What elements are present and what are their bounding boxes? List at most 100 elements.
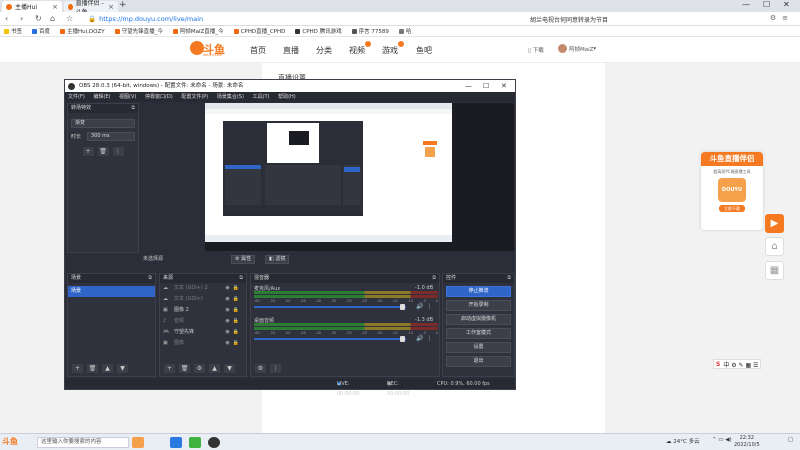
dock-options-icon[interactable]: ⧉	[131, 104, 135, 113]
more-icon[interactable]: ⋮	[270, 364, 281, 373]
back-icon[interactable]: ‹	[5, 14, 8, 23]
properties-button[interactable]: ⚙ 属性	[231, 255, 256, 264]
speaker-icon[interactable]: 🔊⋮	[416, 335, 435, 342]
promo-card[interactable]: 斗鱼直播伴侣 超高质PC端直播工具 DOUYU 立即下载	[701, 152, 763, 230]
address-suggestion[interactable]: 胡兰电视台何同意转录为节目	[530, 15, 608, 24]
play-icon[interactable]: ▶	[765, 214, 784, 233]
menu-file[interactable]: 文件(F)	[68, 94, 85, 100]
clock[interactable]: 22:32 2022/10/5	[734, 435, 760, 449]
minimize-icon[interactable]: —	[742, 0, 750, 9]
add-icon[interactable]: +	[82, 147, 94, 156]
close-tab-icon[interactable]: ×	[52, 3, 58, 11]
menu-profile[interactable]: 配置文件(P)	[181, 94, 208, 100]
new-tab-icon[interactable]: +	[119, 0, 127, 10]
nav-home[interactable]: 首页	[250, 45, 266, 56]
start-virtual-camera-button[interactable]: 启动虚拟摄像机	[446, 314, 511, 325]
dock-options-icon[interactable]: ⧉	[239, 274, 243, 283]
browser-tab[interactable]: 直播伴侣 - 斗鱼 ×	[64, 0, 118, 16]
close-tab-icon[interactable]: ×	[108, 3, 114, 11]
menu-help[interactable]: 帮助(H)	[278, 94, 296, 100]
visibility-lock-icons[interactable]: ◉🔒	[225, 294, 242, 305]
maximize-icon[interactable]: ☐	[763, 0, 770, 9]
home-icon[interactable]: ⌂	[765, 237, 784, 256]
obs-preview[interactable]	[205, 103, 514, 251]
app-icon[interactable]	[132, 437, 144, 448]
maximize-icon[interactable]: ☐	[483, 80, 489, 92]
bookmark-item[interactable]: 哈	[398, 27, 411, 35]
user-menu[interactable]: 阿帧MaiZ ▾	[558, 44, 596, 53]
start-recording-button[interactable]: 开始录制	[446, 300, 511, 311]
promo-download-button[interactable]: 立即下载	[719, 205, 745, 212]
bookmark-item[interactable]: 守望先锋直播_今	[114, 27, 163, 35]
nav-live[interactable]: 直播	[283, 45, 299, 56]
move-down-icon[interactable]: ▼	[117, 364, 128, 373]
add-icon[interactable]: +	[72, 364, 83, 373]
menu-tools[interactable]: 工具(T)	[253, 94, 270, 100]
transition-select[interactable]: 渐变	[71, 119, 135, 128]
menu-view[interactable]: 视图(V)	[119, 94, 136, 100]
menu-scene-collection[interactable]: 场景集合(S)	[217, 94, 244, 100]
nav-yuba[interactable]: 鱼吧	[416, 45, 432, 56]
move-up-icon[interactable]: ▲	[209, 364, 220, 373]
bookmark-item[interactable]: 百度	[32, 27, 50, 35]
filters-button[interactable]: ◧ 滤镜	[265, 255, 290, 264]
volume-slider-handle[interactable]	[400, 336, 405, 342]
forward-icon[interactable]: ›	[20, 14, 23, 23]
download-link[interactable]: ▯ 下载	[528, 46, 544, 54]
add-icon[interactable]: +	[164, 364, 175, 373]
trash-icon[interactable]: 🗑	[97, 147, 109, 156]
home-icon[interactable]: ⌂	[50, 14, 55, 23]
bookmark-item[interactable]: CPHD 腾讯游戏	[295, 27, 342, 35]
bookmark-item[interactable]: CPHD直播_CPHD	[233, 27, 285, 35]
douyu-logo[interactable]: 斗鱼 douyu.com	[190, 40, 228, 58]
move-up-icon[interactable]: ▲	[102, 364, 113, 373]
gear-icon[interactable]: ⚙	[194, 364, 205, 373]
volume-slider[interactable]	[254, 338, 406, 340]
close-window-icon[interactable]: ✕	[783, 0, 790, 9]
speaker-icon[interactable]: 🔊⋮	[416, 303, 435, 310]
bookmark-item[interactable]: 书签	[4, 27, 22, 35]
visibility-lock-icons[interactable]: ◉🔒	[225, 316, 242, 327]
dock-options-icon[interactable]: ⧉	[148, 274, 152, 283]
stop-streaming-button[interactable]: 停止推流	[446, 286, 511, 297]
menu-docks[interactable]: 停靠窗口(D)	[145, 94, 173, 100]
exit-button[interactable]: 退出	[446, 356, 511, 367]
notification-icon[interactable]: ▢	[788, 437, 793, 443]
reload-icon[interactable]: ↻	[35, 14, 42, 23]
settings-button[interactable]: 设置	[446, 342, 511, 353]
source-item[interactable]: ☁ 文本 (GDI+) 2 ◉🔒	[160, 283, 246, 294]
volume-slider-handle[interactable]	[400, 304, 405, 310]
source-item[interactable]: ☁ 文本 (GDI+) ◉🔒	[160, 294, 246, 305]
volume-slider[interactable]	[254, 306, 406, 308]
source-item[interactable]: ♪ 音频 ◉🔒	[160, 316, 246, 327]
duration-input[interactable]: 300 ms	[87, 132, 135, 141]
mixer-settings-icon[interactable]: ⚙	[255, 364, 266, 373]
nav-games[interactable]: 游戏	[382, 41, 404, 56]
taskbar-search[interactable]: 这里输入你要搜索的内容	[37, 437, 129, 448]
douyu-taskbar-logo[interactable]: 斗鱼	[2, 436, 36, 449]
nav-video[interactable]: 视频	[349, 41, 371, 56]
app-icon[interactable]	[189, 437, 201, 448]
url-field[interactable]: 🔒 https://mp.douyu.com/live/main	[88, 14, 508, 24]
minimize-icon[interactable]: —	[465, 80, 472, 92]
visibility-lock-icons[interactable]: ◉🔒	[225, 305, 242, 316]
source-item[interactable]: ▣ 图像 ◉🔒	[160, 338, 246, 349]
source-item[interactable]: ▣ 图像 2 ◉🔒	[160, 305, 246, 316]
weather-indicator[interactable]: ☁ 24°C 多云	[666, 437, 700, 445]
browser-toolbar-icons[interactable]: ⚙≡	[770, 14, 794, 22]
dock-options-icon[interactable]: ⧉	[432, 274, 436, 283]
tray-icons[interactable]: ⌃ ▭ ◀)	[712, 437, 732, 443]
trash-icon[interactable]: 🗑	[179, 364, 190, 373]
edge-icon[interactable]	[170, 437, 182, 448]
menu-edit[interactable]: 编辑(E)	[93, 94, 110, 100]
star-icon[interactable]: ☆	[66, 14, 73, 23]
nav-category[interactable]: 分类	[316, 45, 332, 56]
ime-toolbar[interactable]: S中 ⚙ ✎ ▦ ☰	[713, 359, 762, 369]
qrcode-icon[interactable]: ▦	[765, 261, 784, 280]
bookmark-item[interactable]: 主播Hui,DOZY	[60, 27, 105, 35]
close-icon[interactable]: ✕	[501, 80, 507, 92]
studio-mode-button[interactable]: 工作室模式	[446, 328, 511, 339]
bookmark-item[interactable]: 阿帧MaiZ直播_今	[172, 27, 224, 35]
scene-item[interactable]: 场景	[68, 286, 155, 297]
browser-tab[interactable]: 主播Hui ×	[2, 1, 62, 12]
